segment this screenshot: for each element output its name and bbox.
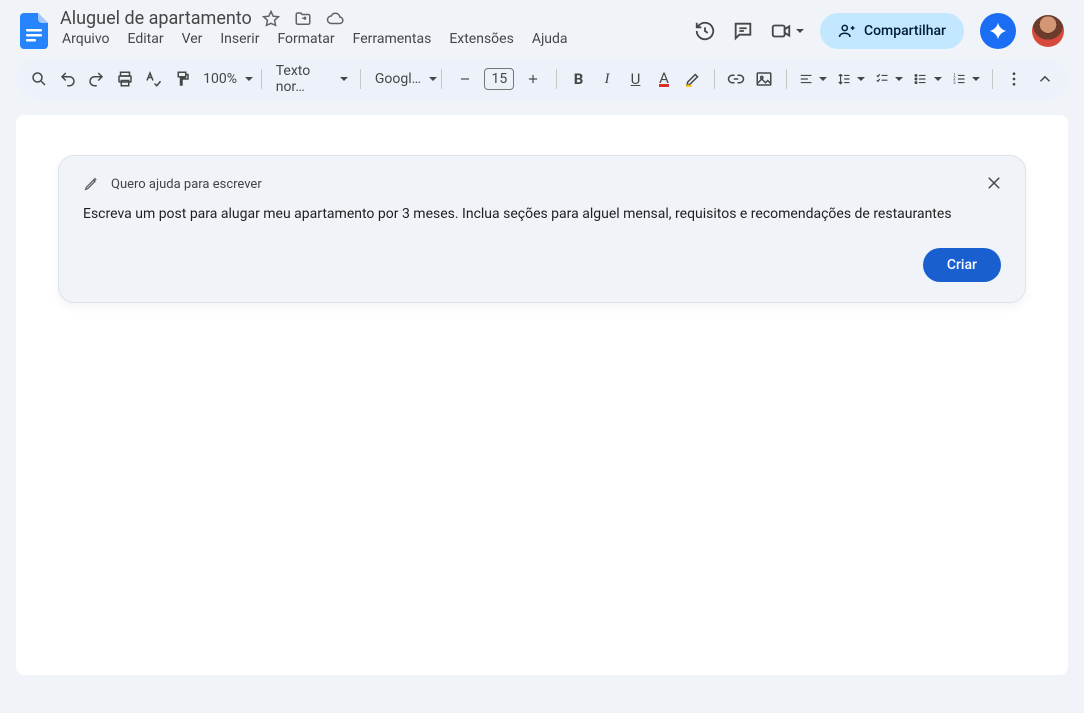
numbered-list-dropdown[interactable]: 123 bbox=[948, 70, 984, 88]
doc-title-row: Aluguel de apartamento bbox=[60, 8, 686, 29]
menu-extensoes[interactable]: Extensões bbox=[449, 31, 514, 47]
print-icon[interactable] bbox=[112, 64, 139, 94]
cloud-status-icon[interactable] bbox=[326, 10, 344, 28]
document-title[interactable]: Aluguel de apartamento bbox=[60, 8, 252, 29]
star-icon[interactable] bbox=[262, 10, 280, 28]
font-value: Googl… bbox=[373, 71, 423, 87]
font-size-decrease[interactable] bbox=[450, 64, 480, 94]
underline-icon[interactable]: U bbox=[622, 64, 649, 94]
menu-inserir[interactable]: Inserir bbox=[220, 31, 259, 47]
paint-format-icon[interactable] bbox=[169, 64, 196, 94]
create-button[interactable]: Criar bbox=[923, 248, 1001, 282]
meet-icon[interactable] bbox=[770, 20, 804, 42]
italic-icon[interactable]: I bbox=[594, 64, 621, 94]
help-me-write-card: Quero ajuda para escrever Escreva um pos… bbox=[58, 155, 1026, 303]
gemini-button[interactable] bbox=[980, 13, 1016, 49]
prompt-header: Quero ajuda para escrever bbox=[83, 176, 1001, 192]
menu-arquivo[interactable]: Arquivo bbox=[62, 31, 110, 47]
bullet-list-dropdown[interactable] bbox=[909, 70, 945, 88]
zoom-value: 100% bbox=[201, 71, 239, 87]
styles-value: Texto nor… bbox=[274, 63, 334, 95]
font-size-control: 15 bbox=[450, 64, 548, 94]
menu-formatar[interactable]: Formatar bbox=[277, 31, 334, 47]
menu-ferramentas[interactable]: Ferramentas bbox=[353, 31, 432, 47]
zoom-dropdown[interactable]: 100% bbox=[197, 71, 253, 87]
font-size-increase[interactable] bbox=[518, 64, 548, 94]
menu-ver[interactable]: Ver bbox=[182, 31, 203, 47]
docs-logo[interactable] bbox=[16, 13, 52, 49]
font-dropdown[interactable]: Googl… bbox=[369, 71, 434, 87]
styles-dropdown[interactable]: Texto nor… bbox=[270, 63, 352, 95]
title-actions: Compartilhar bbox=[694, 13, 1068, 49]
share-button[interactable]: Compartilhar bbox=[820, 13, 964, 49]
move-folder-icon[interactable] bbox=[294, 10, 312, 28]
titlebar: Aluguel de apartamento Arquivo Editar Ve… bbox=[0, 0, 1084, 53]
more-options-icon[interactable] bbox=[1001, 64, 1028, 94]
search-icon[interactable] bbox=[26, 64, 53, 94]
spellcheck-icon[interactable] bbox=[140, 64, 167, 94]
title-area: Aluguel de apartamento Arquivo Editar Ve… bbox=[60, 8, 686, 53]
svg-text:3: 3 bbox=[953, 81, 956, 86]
text-color-icon[interactable]: A bbox=[651, 64, 678, 94]
redo-icon[interactable] bbox=[83, 64, 110, 94]
font-size-input[interactable]: 15 bbox=[484, 68, 514, 90]
share-label: Compartilhar bbox=[864, 23, 946, 39]
prompt-header-label: Quero ajuda para escrever bbox=[111, 177, 262, 192]
comments-icon[interactable] bbox=[732, 20, 754, 42]
line-spacing-dropdown[interactable] bbox=[833, 70, 869, 88]
close-icon[interactable] bbox=[985, 174, 1003, 192]
insert-link-icon[interactable] bbox=[723, 64, 750, 94]
menubar: Arquivo Editar Ver Inserir Formatar Ferr… bbox=[60, 31, 686, 53]
pencil-spark-icon bbox=[83, 176, 99, 192]
align-dropdown[interactable] bbox=[795, 70, 831, 88]
toolbar: 100% Texto nor… Googl… 15 B I U A 123 bbox=[16, 59, 1068, 99]
document-page: Quero ajuda para escrever Escreva um pos… bbox=[16, 115, 1068, 675]
menu-ajuda[interactable]: Ajuda bbox=[532, 31, 568, 47]
bold-icon[interactable]: B bbox=[565, 64, 592, 94]
undo-icon[interactable] bbox=[55, 64, 82, 94]
collapse-toolbar-icon[interactable] bbox=[1031, 64, 1058, 94]
insert-image-icon[interactable] bbox=[751, 64, 778, 94]
prompt-text[interactable]: Escreva um post para alugar meu apartame… bbox=[83, 204, 1001, 224]
history-icon[interactable] bbox=[694, 20, 716, 42]
checklist-dropdown[interactable] bbox=[871, 70, 907, 88]
menu-editar[interactable]: Editar bbox=[128, 31, 164, 47]
account-avatar[interactable] bbox=[1032, 15, 1064, 47]
highlight-icon[interactable] bbox=[679, 64, 706, 94]
